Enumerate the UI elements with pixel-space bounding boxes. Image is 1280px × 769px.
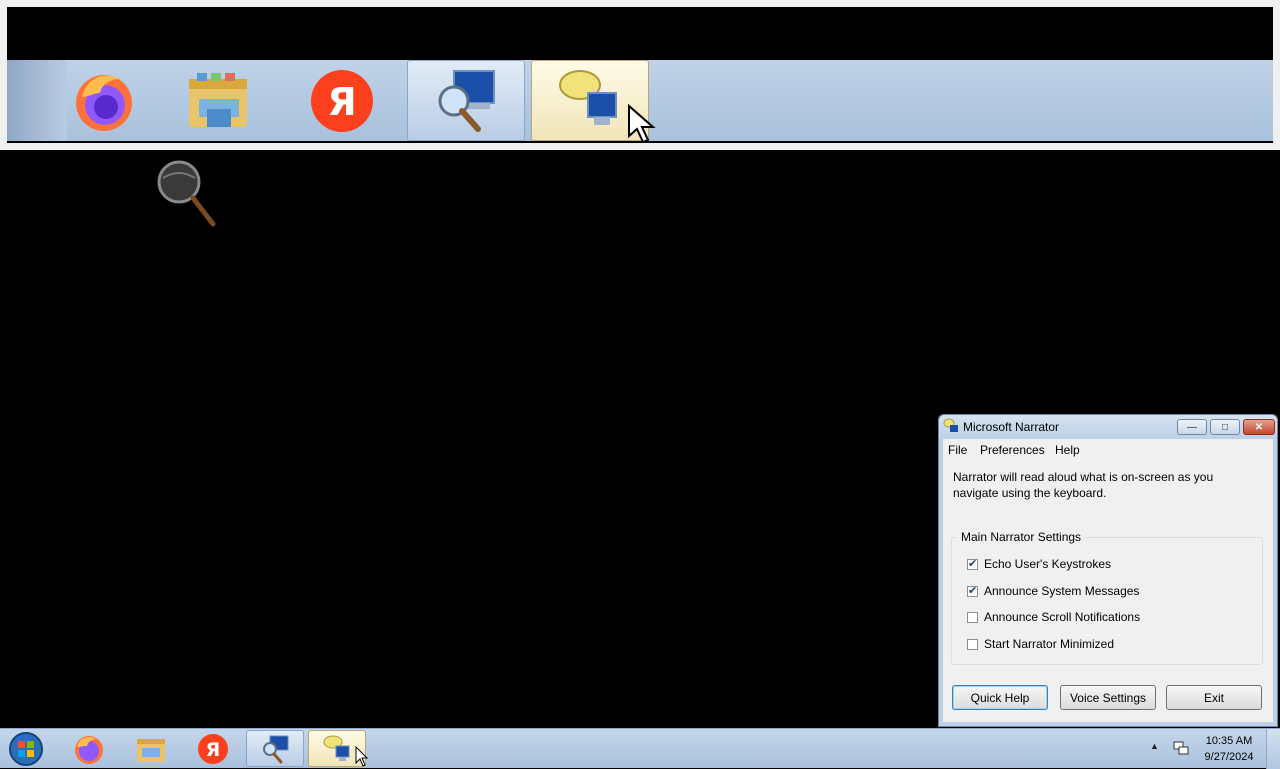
menu-preferences[interactable]: Preferences — [980, 443, 1045, 457]
maximize-button[interactable]: □ — [1210, 419, 1240, 435]
option-start-minimized[interactable]: Start Narrator Minimized — [967, 636, 1114, 652]
narrator-title: Microsoft Narrator — [963, 420, 1060, 434]
magnifier-app-icon — [438, 69, 495, 132]
firefox-icon — [75, 735, 103, 764]
magnifier-view: Я — [7, 7, 1273, 143]
minimize-icon: — — [1187, 421, 1197, 433]
close-button[interactable]: ✕ — [1243, 419, 1275, 435]
taskbar-firefox-button[interactable] — [60, 730, 118, 767]
network-icon[interactable] — [1172, 739, 1190, 757]
magnified-explorer-button[interactable] — [160, 60, 278, 141]
option-echo-keystrokes[interactable]: Echo User's Keystrokes — [967, 556, 1111, 572]
yandex-glyph: Я — [206, 739, 221, 761]
narrator-description: Narrator will read aloud what is on-scre… — [953, 470, 1214, 500]
mouse-cursor-icon — [355, 746, 369, 767]
announce-scroll-notifications-label: Announce Scroll Notifications — [984, 610, 1141, 624]
magnifier-app-icon — [263, 735, 289, 763]
main-settings-group-title: Main Narrator Settings — [958, 530, 1085, 544]
clock[interactable]: 10:35 AM 9/27/2024 — [1196, 733, 1262, 765]
magnified-cursor-icon — [628, 104, 656, 143]
yandex-icon: Я — [311, 69, 373, 132]
minimize-button[interactable]: — — [1177, 419, 1207, 435]
start-minimized-label: Start Narrator Minimized — [984, 637, 1115, 651]
narrator-client-area: Narrator will read aloud what is on-scre… — [943, 461, 1273, 722]
maximize-icon: □ — [1221, 421, 1229, 433]
start-button[interactable] — [6, 731, 46, 767]
narrator-app-icon — [943, 418, 958, 432]
taskbar-yandex-button[interactable]: Я — [184, 730, 242, 767]
close-icon: ✕ — [1254, 421, 1264, 433]
narrator-icon — [323, 735, 350, 761]
clock-date: 9/27/2024 — [1204, 751, 1254, 763]
option-announce-scroll-notifications[interactable]: Announce Scroll Notifications — [967, 609, 1140, 625]
main-settings-group: Main Narrator Settings Echo User's Keyst… — [951, 530, 1263, 665]
taskbar-explorer-button[interactable] — [122, 730, 180, 767]
announce-system-messages-checkbox[interactable] — [967, 584, 978, 597]
narrator-icon — [559, 69, 617, 125]
echo-keystrokes-label: Echo User's Keystrokes — [984, 557, 1112, 571]
taskbar-magnifier-button[interactable] — [246, 730, 304, 767]
yandex-glyph: Я — [327, 80, 356, 124]
echo-keystrokes-checkbox[interactable] — [967, 557, 978, 570]
narrator-title-bar[interactable]: Microsoft Narrator — □ ✕ — [939, 415, 1277, 439]
magnifier-window: Я — [0, 0, 1280, 150]
magnifying-glass-icon[interactable] — [157, 160, 217, 228]
show-desktop-button[interactable] — [1266, 729, 1280, 769]
magnified-taskbar: Я — [7, 60, 1273, 143]
quick-help-button[interactable]: Quick Help — [952, 685, 1048, 710]
voice-settings-button[interactable]: Voice Settings — [1060, 685, 1156, 710]
show-hidden-icons-button[interactable]: ▲ — [1150, 741, 1159, 751]
narrator-window: Microsoft Narrator — □ ✕ File Preference… — [938, 414, 1278, 727]
clock-time: 10:35 AM — [1205, 735, 1253, 747]
folder-explorer-icon — [189, 72, 247, 127]
yandex-icon: Я — [198, 733, 228, 764]
magnified-magnifier-button[interactable] — [407, 60, 525, 141]
magnified-firefox-button[interactable] — [45, 60, 163, 141]
start-minimized-checkbox[interactable] — [967, 638, 978, 650]
firefox-icon — [76, 74, 132, 131]
menu-file[interactable]: File — [948, 443, 967, 457]
narrator-menu-bar: File Preferences Help — [943, 439, 1273, 461]
announce-scroll-notifications-checkbox[interactable] — [967, 611, 978, 623]
exit-button[interactable]: Exit — [1166, 685, 1262, 710]
taskbar: Я ▲ 10:35 AM 9/27/2024 — [0, 728, 1280, 769]
option-announce-system-messages[interactable]: Announce System Messages — [967, 583, 1139, 599]
announce-system-messages-label: Announce System Messages — [984, 584, 1140, 598]
magnified-yandex-button[interactable]: Я — [283, 60, 401, 141]
menu-help[interactable]: Help — [1055, 443, 1080, 457]
folder-explorer-icon — [137, 738, 165, 762]
